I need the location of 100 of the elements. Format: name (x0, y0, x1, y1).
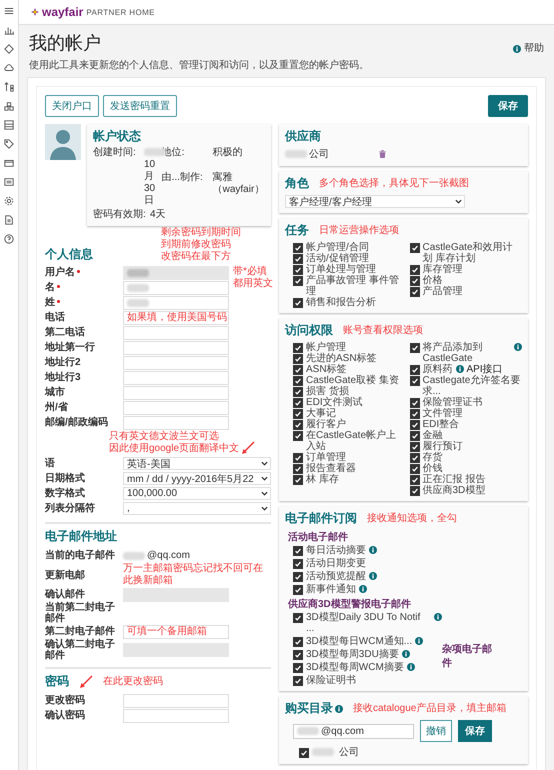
input-field[interactable]: 如果填，使用美国号码 (123, 310, 229, 324)
info-icon[interactable] (406, 663, 415, 671)
settings-icon[interactable] (4, 196, 14, 206)
trash-icon[interactable] (379, 150, 386, 158)
input-field[interactable] (123, 370, 229, 384)
cloud-icon[interactable] (4, 63, 14, 73)
checkbox[interactable] (293, 546, 303, 556)
info-icon[interactable] (415, 637, 424, 645)
checkbox[interactable] (293, 475, 303, 485)
select-field[interactable]: 客户经理/客户经理 (285, 195, 465, 208)
checkbox[interactable] (410, 343, 420, 353)
field-label: 用户名 (45, 267, 75, 278)
info-icon[interactable] (359, 585, 367, 593)
checkbox[interactable] (410, 287, 420, 297)
input-field[interactable] (123, 280, 229, 294)
info-icon[interactable] (514, 343, 522, 351)
checkbox[interactable] (410, 486, 420, 496)
info-icon[interactable] (402, 650, 410, 658)
checkbox[interactable] (410, 276, 420, 286)
checkbox[interactable] (410, 475, 420, 485)
checkbox[interactable] (293, 243, 303, 253)
checkbox[interactable] (410, 442, 420, 452)
document-icon[interactable] (4, 215, 14, 225)
input-field[interactable] (123, 340, 229, 354)
help-icon[interactable] (4, 234, 14, 244)
checkbox[interactable] (293, 420, 303, 430)
checkbox[interactable] (293, 398, 303, 408)
section-heading: 电子邮件订阅 (285, 510, 357, 527)
checkbox[interactable] (293, 663, 303, 673)
menu-icon[interactable] (4, 6, 14, 16)
action-button[interactable]: 关闭户口 (45, 95, 99, 117)
checkbox[interactable] (293, 365, 303, 375)
checkbox[interactable] (410, 243, 420, 253)
checkbox-label: 3D模型每日WCM通知... (306, 636, 412, 647)
checkbox[interactable] (410, 265, 420, 275)
sort-icon[interactable] (4, 82, 14, 92)
select-field[interactable]: 100,000.00 (123, 487, 271, 500)
checkbox[interactable] (410, 376, 420, 386)
checkbox[interactable] (410, 409, 420, 419)
checkbox[interactable] (410, 365, 420, 375)
checkbox[interactable] (293, 354, 303, 364)
select-field[interactable]: 英语-美国 (123, 457, 271, 470)
annotation-text: 接收catalogue产品目录，填主邮箱 (353, 702, 506, 714)
info-icon[interactable] (513, 44, 521, 52)
checkbox[interactable] (293, 376, 303, 386)
info-icon[interactable] (456, 365, 464, 373)
checkbox[interactable] (410, 453, 420, 463)
input-field[interactable] (123, 386, 229, 400)
checkbox[interactable] (293, 585, 303, 595)
input-field[interactable] (123, 326, 229, 340)
list-icon[interactable] (4, 177, 14, 187)
checkbox[interactable] (293, 431, 303, 441)
checkbox[interactable] (410, 420, 420, 430)
email-field[interactable]: @qq.com (293, 724, 414, 738)
info-icon[interactable] (369, 572, 377, 580)
save-button[interactable]: 保存 (458, 720, 492, 742)
checkbox[interactable] (293, 265, 303, 275)
input-field[interactable] (123, 356, 229, 370)
checkbox[interactable] (293, 453, 303, 463)
checkbox[interactable] (293, 409, 303, 419)
checkbox-label: ASN标签 (306, 364, 347, 375)
checkbox[interactable] (293, 637, 303, 647)
section-heading: 访问权限 (285, 322, 333, 339)
checkbox[interactable] (410, 398, 420, 408)
save-button[interactable]: 保存 (488, 95, 528, 117)
checkbox[interactable] (299, 748, 309, 758)
checkbox[interactable] (293, 572, 303, 582)
bar-chart-icon[interactable] (4, 25, 14, 35)
checkbox[interactable] (293, 254, 303, 264)
checkbox[interactable] (293, 650, 303, 660)
input-field[interactable] (123, 708, 229, 722)
checkbox[interactable] (293, 613, 303, 623)
checkbox[interactable] (410, 431, 420, 441)
checkbox-label: 新事件通知 (306, 584, 356, 595)
boxes-icon[interactable] (4, 101, 14, 111)
info-icon[interactable] (335, 705, 343, 713)
select-field[interactable]: , (123, 502, 271, 515)
help-link[interactable]: 帮助 (524, 41, 544, 55)
checkbox[interactable] (293, 298, 303, 308)
info-icon[interactable] (434, 613, 442, 621)
card-icon[interactable] (4, 158, 14, 168)
checkbox[interactable] (293, 464, 303, 474)
input-field[interactable] (123, 416, 229, 430)
checkbox-label: 损害 货损 (306, 386, 349, 397)
field-label: 确认邮件 (45, 589, 85, 600)
input-field[interactable] (123, 694, 229, 708)
checkbox[interactable] (293, 559, 303, 569)
input-field[interactable]: 可填一个备用邮箱 (123, 624, 229, 638)
select-field[interactable]: mm / dd / yyyy-2016年5月22 (123, 472, 271, 485)
input-field[interactable] (123, 296, 229, 310)
checkbox[interactable] (293, 276, 303, 286)
checkbox[interactable] (293, 676, 303, 686)
checkbox[interactable] (293, 343, 303, 353)
info-icon[interactable] (369, 546, 377, 554)
action-button[interactable]: 发送密码重置 (103, 95, 177, 117)
grid-icon[interactable] (4, 120, 14, 130)
checkbox[interactable] (293, 387, 303, 397)
action-button[interactable]: 撤销 (420, 720, 452, 742)
input-field[interactable] (123, 400, 229, 414)
checkbox[interactable] (410, 464, 420, 474)
